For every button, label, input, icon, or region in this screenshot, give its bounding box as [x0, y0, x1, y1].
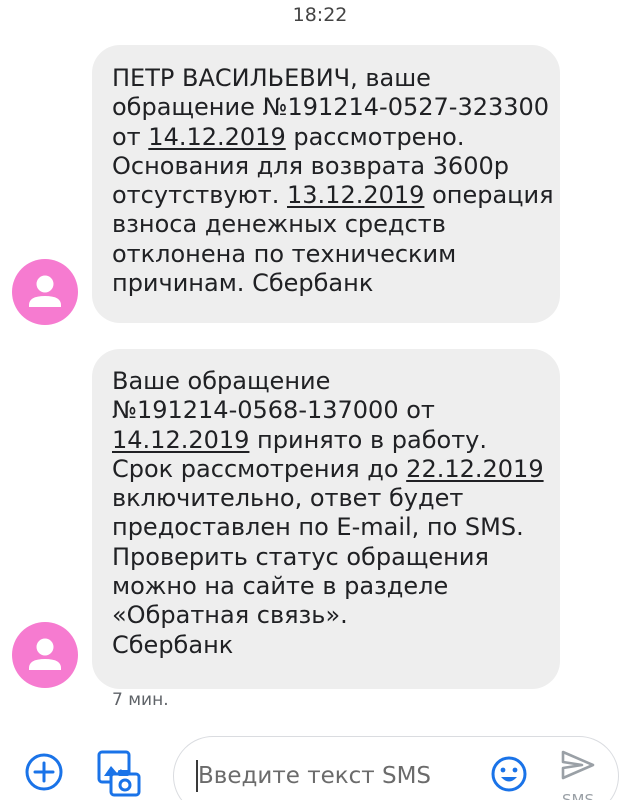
text-caret — [196, 760, 198, 792]
message-bubble[interactable]: Ваше обращение №191214-0568-137000 от 14… — [92, 349, 560, 689]
person-icon — [29, 638, 61, 670]
send-icon — [561, 750, 595, 780]
message-line: можно на сайте в разделе — [112, 572, 449, 601]
message-line: Основания для возврата 3600р — [112, 151, 509, 180]
message-line: предоставлен по E-mail, по SMS. — [112, 513, 524, 542]
compose-bar: SMS — [0, 726, 640, 800]
message-line: Срок рассмотрения до 22.12.2019 — [112, 454, 544, 483]
message-line: включительно, ответ будет — [112, 484, 464, 513]
message-line: Проверить статус обращения — [112, 542, 489, 571]
gallery-button[interactable] — [96, 748, 142, 800]
message-line: причинам. Сбербанк — [112, 269, 374, 298]
add-attachment-button[interactable] — [24, 752, 64, 796]
send-label: SMS — [562, 791, 594, 800]
message-line: от 14.12.2019 рассмотрено. — [112, 122, 465, 151]
message-line: обращение №191214-0527-323300 — [112, 93, 550, 122]
emoji-icon — [491, 756, 527, 792]
date-link[interactable]: 22.12.2019 — [406, 455, 543, 483]
message-line: Ваше обращение — [112, 367, 331, 395]
message-line: отклонена по техническим — [112, 239, 457, 268]
compose-field[interactable]: SMS — [173, 736, 619, 800]
message-line: №191214-0568-137000 от — [112, 396, 435, 425]
message-line: ПЕТР ВАСИЛЬЕВИЧ, ваше — [112, 64, 431, 92]
add-circle-icon — [25, 753, 63, 791]
date-link[interactable]: 14.12.2019 — [148, 123, 285, 151]
person-icon — [29, 275, 61, 307]
message-line: отсутствуют. 13.12.2019 операция — [112, 181, 554, 210]
date-link[interactable]: 13.12.2019 — [287, 181, 424, 209]
message-bubble[interactable]: ПЕТР ВАСИЛЬЕВИЧ, ваше обращение №191214-… — [92, 45, 560, 323]
emoji-button[interactable] — [490, 755, 528, 797]
message-line: взноса денежных средств — [112, 210, 446, 239]
contact-avatar[interactable] — [12, 259, 78, 325]
gallery-icon — [97, 750, 141, 797]
message-line: Сбербанк — [112, 630, 234, 659]
message-line: 14.12.2019 принято в работу. — [112, 425, 488, 454]
sms-text-input[interactable] — [198, 759, 478, 793]
send-button[interactable]: SMS — [554, 745, 606, 800]
conversation-screen: 18:22 ПЕТР ВАСИЛЬЕВИЧ, ваше обращение №1… — [0, 0, 640, 800]
message-line: «Обратная связь». — [112, 601, 348, 630]
message-timestamp: 7 мин. — [112, 690, 169, 710]
status-time: 18:22 — [292, 4, 348, 26]
contact-avatar[interactable] — [12, 622, 78, 688]
date-link[interactable]: 14.12.2019 — [112, 426, 249, 454]
